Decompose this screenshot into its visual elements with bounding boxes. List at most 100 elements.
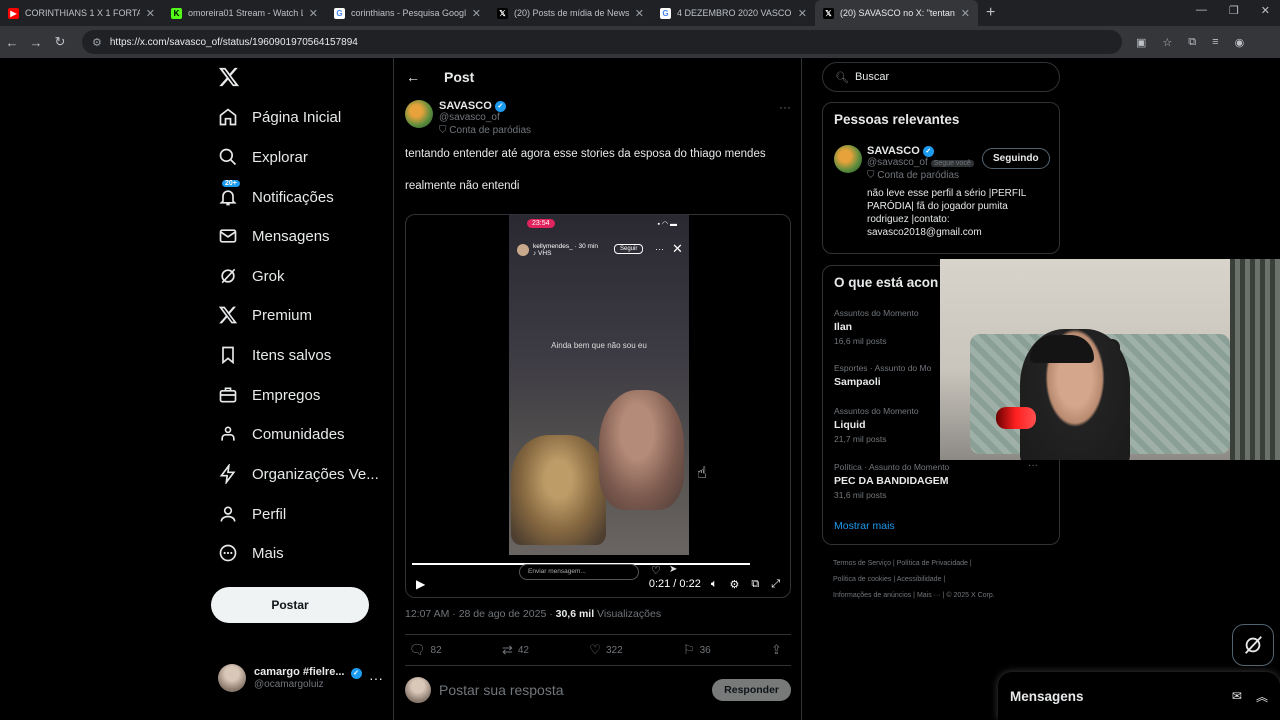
browser-tab[interactable]: Gcorinthians - Pesquisa Google ✕	[326, 0, 489, 26]
footer-link[interactable]: Política de cookies	[833, 576, 891, 583]
footer-link[interactable]: Informações de anúncios	[833, 592, 911, 599]
mouse-cursor-icon: ☝︎	[697, 465, 707, 482]
cast-icon[interactable]: ▣	[1136, 36, 1146, 49]
settings-icon[interactable]: ⚙	[729, 578, 739, 591]
author-avatar[interactable]	[405, 100, 433, 128]
nav-premium[interactable]: Premium	[218, 297, 312, 333]
browser-tab[interactable]: ▶CORINTHIANS 1 X 1 FORTALEZA✕	[0, 0, 163, 26]
nav-notifications[interactable]: 20+ Notificações	[218, 179, 334, 215]
maximize-icon[interactable]: ❐	[1229, 4, 1239, 17]
bookmark-icon	[222, 346, 234, 365]
nav-communities[interactable]: Comunidades	[218, 416, 345, 452]
video-time: 0:21 / 0:22	[648, 578, 701, 590]
avatar	[405, 677, 431, 703]
bookmark-star-icon[interactable]: ☆	[1162, 36, 1172, 49]
extensions-icon[interactable]: ⧉	[1188, 36, 1196, 49]
tweet-actions: 🗨︎ 82 ⇄ 42 ♡ 322 ⚐ 36 ⇪	[405, 634, 791, 666]
nav-label: Comunidades	[252, 425, 345, 443]
minimize-icon[interactable]: —	[1196, 4, 1207, 17]
profile-icon[interactable]: ◉	[1235, 36, 1245, 49]
volume-icon[interactable]: 🔈︎	[711, 578, 718, 591]
footer-link[interactable]: Acessibilidade	[897, 576, 942, 583]
account-switcher[interactable]: camargo #fielre... ✓ @ocamargoluiz ···	[218, 658, 383, 698]
footer-link[interactable]: Mais ···	[917, 592, 941, 599]
reply-input[interactable]: Postar sua resposta	[439, 682, 564, 698]
nav-home[interactable]: Página Inicial	[218, 99, 341, 135]
forward-icon[interactable]: →	[24, 35, 48, 50]
nav-label: Notificações	[252, 188, 334, 206]
grok-button[interactable]	[1232, 624, 1274, 666]
video-player[interactable]: 23:54 ▪ ◠ ▬ kellymendes_ · 30 min ♪ VHS S…	[405, 214, 791, 598]
nav-messages[interactable]: Mensagens	[218, 218, 330, 254]
close-tab-icon[interactable]: ✕	[798, 7, 807, 20]
close-tab-icon[interactable]: ✕	[961, 7, 970, 20]
footer-link[interactable]: Termos de Serviço	[833, 560, 891, 567]
nav-label: Página Inicial	[252, 108, 342, 126]
x-icon: 𝕏	[497, 7, 508, 19]
person-bio: não leve esse perfil a sério |PERFIL PAR…	[867, 188, 1026, 238]
browser-tab-active[interactable]: 𝕏 (20) SAVASCO no X: "tentando ✕	[815, 0, 978, 26]
close-tab-icon[interactable]: ✕	[472, 7, 481, 20]
nav-grok[interactable]: Grok	[218, 258, 285, 294]
url-field[interactable]: ⚙ https://x.com/savasco_of/status/196090…	[82, 30, 1122, 54]
post-button[interactable]: Postar	[211, 587, 369, 623]
fullscreen-icon[interactable]: ⤢	[771, 578, 780, 591]
nav-profile[interactable]: Perfil	[218, 496, 286, 532]
like-button[interactable]: ♡ 322	[589, 642, 622, 658]
site-info-icon[interactable]: ⚙	[92, 36, 102, 49]
nav-explore[interactable]: Explorar	[218, 139, 308, 175]
share-button[interactable]: ⇪	[771, 642, 787, 658]
close-tab-icon[interactable]: ✕	[146, 7, 155, 20]
browser-tab[interactable]: Komoreira01 Stream - Watch Live✕	[163, 0, 326, 26]
nav-jobs[interactable]: Empregos	[218, 377, 320, 413]
story-more-icon: ···	[655, 244, 664, 254]
show-more-link[interactable]: Mostrar mais	[834, 520, 895, 532]
repost-button[interactable]: ⇄ 42	[502, 642, 529, 658]
home-icon	[219, 108, 237, 126]
nav-more[interactable]: Mais	[218, 535, 284, 571]
left-sidebar: Página Inicial Explorar 20+ Notificações…	[210, 58, 390, 720]
x-logo-icon[interactable]	[218, 66, 240, 88]
more-icon[interactable]: ···	[1028, 460, 1038, 471]
author-avatar[interactable]	[834, 145, 862, 173]
more-icon[interactable]: ···	[779, 100, 791, 114]
nav-bookmarks[interactable]: Itens salvos	[218, 337, 331, 373]
repost-icon: ⇄	[501, 642, 513, 657]
people-icon	[221, 426, 235, 441]
media-icon[interactable]: ≡	[1212, 36, 1218, 49]
reply-submit-button[interactable]: Responder	[712, 679, 791, 701]
author-name[interactable]: SAVASCO ✓	[439, 100, 531, 112]
close-window-icon[interactable]: ✕	[1261, 4, 1270, 17]
trend-item[interactable]: Política · Assunto do Momento PEC DA BAN…	[834, 460, 1048, 500]
tweet-text: realmente não entendi	[405, 180, 520, 192]
close-tab-icon[interactable]: ✕	[309, 7, 318, 20]
more-icon[interactable]: ···	[369, 670, 383, 686]
phone-clock: 23:54	[527, 219, 555, 228]
reply-button[interactable]: 🗨︎ 82	[409, 642, 442, 658]
reload-icon[interactable]: ↻	[48, 34, 72, 50]
play-icon[interactable]: ▶	[416, 577, 425, 591]
tweet: SAVASCO ✓ @savasco_of ⛉ Conta de paródias…	[405, 100, 791, 703]
account-handle: @ocamargoluiz	[254, 679, 324, 690]
close-tab-icon[interactable]: ✕	[635, 7, 644, 20]
copyright: © 2025 X Corp.	[946, 592, 995, 599]
back-arrow-icon[interactable]: ←	[406, 69, 420, 85]
author-handle[interactable]: @savasco_of	[439, 112, 531, 123]
messages-title: Mensagens	[1010, 688, 1084, 704]
messages-drawer[interactable]: Mensagens ✉︎ ︽	[998, 672, 1280, 720]
pip-icon[interactable]: ⧉	[751, 578, 759, 591]
footer-link[interactable]: Política de Privacidade	[897, 560, 968, 567]
webcam-microphone	[996, 407, 1036, 429]
new-tab-icon[interactable]: +	[986, 4, 995, 22]
browser-tab[interactable]: 𝕏 (20) Posts de mídia de NewsCo ✕	[489, 0, 652, 26]
new-message-icon[interactable]: ✉︎	[1232, 689, 1242, 703]
search-input[interactable]: 🔍︎ Buscar	[822, 62, 1060, 92]
expand-icon[interactable]: ︽	[1256, 688, 1268, 705]
nav-organizations[interactable]: Organizações Ve...	[218, 456, 379, 492]
back-icon[interactable]: ←	[0, 35, 24, 50]
browser-tab[interactable]: G4 DEZEMBRO 2020 VASCO - Pe✕	[652, 0, 815, 26]
following-button[interactable]: Seguindo	[982, 148, 1050, 169]
bookmark-button[interactable]: ⚐ 36	[683, 642, 711, 658]
briefcase-icon	[219, 387, 237, 403]
verified-icon: ✓	[922, 145, 934, 157]
